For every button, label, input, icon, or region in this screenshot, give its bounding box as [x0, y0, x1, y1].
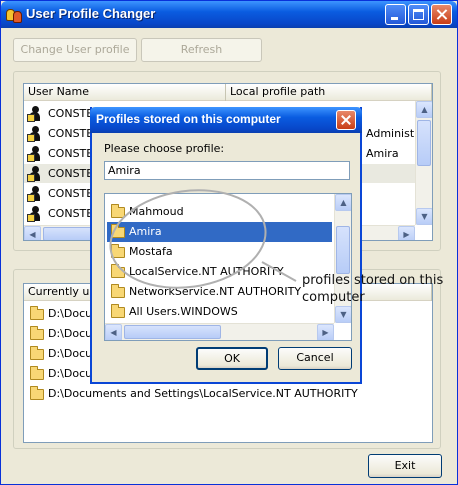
profile-name: NetworkService.NT AUTHORITY [129, 285, 302, 298]
folder-icon [111, 264, 125, 278]
profile-path-cell: Administra [366, 127, 415, 140]
folder-icon [30, 326, 44, 340]
folder-icon [111, 244, 125, 258]
profile-list-item[interactable]: Mahmoud [107, 202, 332, 222]
profile-list-item[interactable]: Amira [107, 222, 332, 242]
scroll-thumb[interactable] [336, 226, 350, 274]
dialog-title-bar[interactable]: Profiles stored on this computer [90, 107, 362, 133]
annotation-line-1: profiles stored on this [302, 273, 444, 288]
folder-icon [111, 304, 125, 318]
scroll-right-button[interactable]: ▶ [317, 324, 334, 340]
title-bar[interactable]: User Profile Changer [1, 1, 457, 28]
user-icon [27, 126, 43, 142]
profile-name: Amira [129, 225, 162, 238]
scroll-left-button[interactable]: ◀ [24, 226, 41, 240]
folder-icon [111, 284, 125, 298]
refresh-button[interactable]: Refresh [141, 38, 262, 62]
folder-icon [111, 204, 125, 218]
users-app-icon [6, 7, 22, 23]
profile-list-item[interactable]: LocalService.NT AUTHORITY [107, 262, 332, 282]
annotation-line-2: computer [302, 290, 365, 305]
scroll-down-button[interactable]: ▼ [416, 208, 432, 225]
scroll-down-button[interactable]: ▼ [335, 306, 351, 323]
user-icon [27, 146, 43, 162]
profile-list-item[interactable]: All Users.WINDOWS [107, 302, 332, 322]
column-header-user-name[interactable]: User Name [24, 84, 226, 101]
profile-name: LocalService.NT AUTHORITY [129, 265, 284, 278]
profiles-dialog: Profiles stored on this computer Please … [90, 107, 362, 384]
minimize-button[interactable] [385, 4, 406, 25]
exit-button[interactable]: Exit [368, 454, 442, 478]
scroll-thumb[interactable] [124, 325, 221, 339]
scroll-right-button[interactable]: ▶ [398, 226, 415, 240]
folder-icon [111, 224, 125, 238]
window-title: User Profile Changer [26, 6, 156, 21]
unused-profile-path: D:\Documents and Settings\LocalService.N… [48, 387, 358, 400]
choose-profile-label: Please choose profile: [104, 142, 225, 155]
users-list-header: User Name Local profile path [24, 84, 432, 101]
dialog-close-button[interactable] [336, 110, 356, 130]
ok-button[interactable]: OK [196, 347, 268, 370]
dialog-title: Profiles stored on this computer [96, 112, 281, 126]
profile-name: Mostafa [129, 245, 173, 258]
user-icon [27, 106, 43, 122]
cancel-button[interactable]: Cancel [278, 347, 352, 370]
user-icon [27, 186, 43, 202]
user-icon [27, 166, 43, 182]
folder-icon [30, 306, 44, 320]
scroll-thumb[interactable] [417, 120, 431, 166]
profile-list-item[interactable]: NetworkService.NT AUTHORITY [107, 282, 332, 302]
selected-profile-field[interactable]: Amira [104, 161, 350, 180]
folder-icon [30, 366, 44, 380]
folder-icon [30, 386, 44, 400]
column-header-profile-path[interactable]: Local profile path [226, 84, 432, 101]
users-vertical-scrollbar[interactable]: ▲ ▼ [415, 101, 432, 225]
change-user-profile-button[interactable]: Change User profile [13, 38, 137, 62]
folder-icon [30, 346, 44, 360]
profile-list-item[interactable]: Mostafa [107, 242, 332, 262]
profile-name: Mahmoud [129, 205, 184, 218]
user-icon [27, 206, 43, 222]
profiles-horizontal-scrollbar[interactable]: ◀ ▶ [105, 323, 334, 340]
scroll-up-button[interactable]: ▲ [416, 101, 432, 118]
list-item[interactable]: D:\Documents and Settings\LocalService.N… [24, 384, 432, 403]
profiles-listbox[interactable]: Mahmoud Amira Mostafa LocalService.NT AUTHO… [104, 193, 352, 341]
profile-path-cell: Amira [366, 147, 399, 160]
scroll-left-button[interactable]: ◀ [105, 324, 122, 340]
scroll-up-button[interactable]: ▲ [335, 194, 351, 211]
close-button[interactable] [431, 4, 452, 25]
maximize-button[interactable] [408, 4, 429, 25]
profile-name: All Users.WINDOWS [129, 305, 238, 318]
